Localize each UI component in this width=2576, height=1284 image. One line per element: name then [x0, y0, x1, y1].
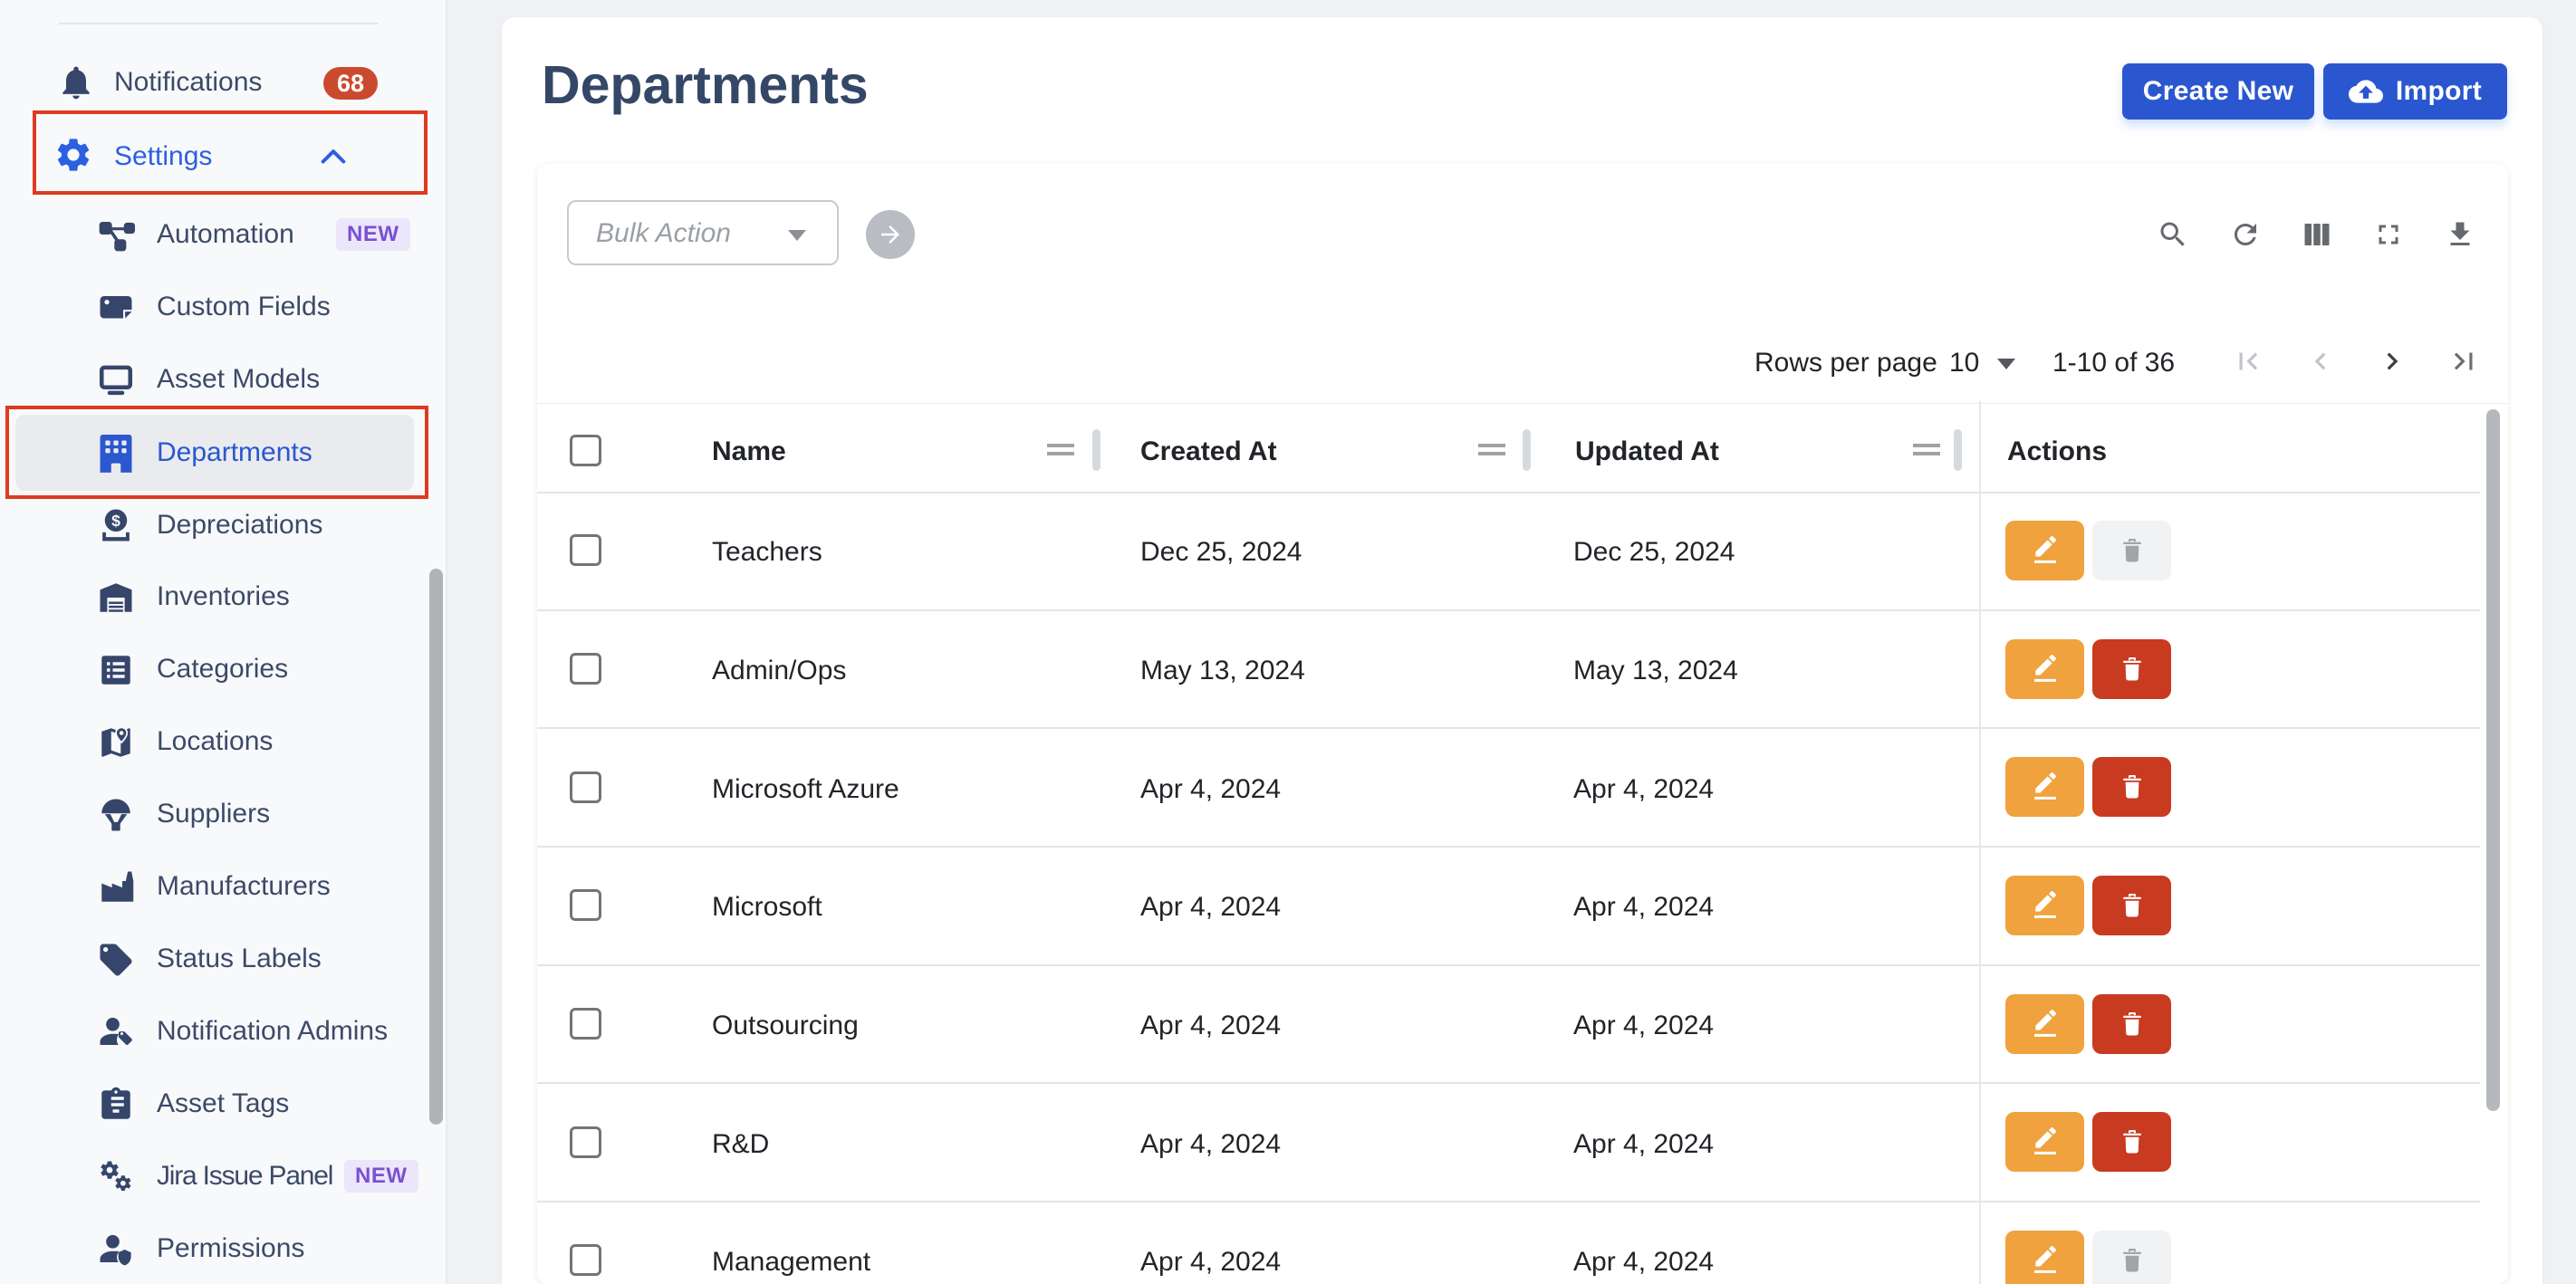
- svg-text:$: $: [111, 512, 120, 530]
